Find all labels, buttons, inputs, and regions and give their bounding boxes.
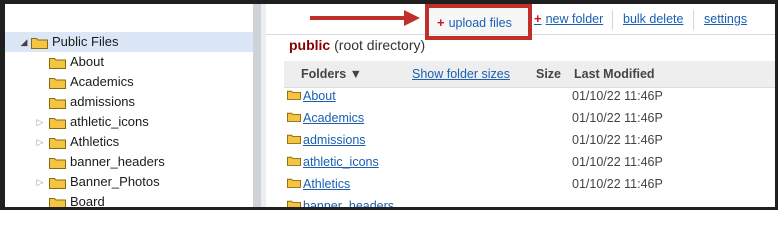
folder-link[interactable]: admissions [303, 129, 366, 151]
new-folder-button[interactable]: + new folder [534, 8, 603, 30]
toolbar-separator [693, 10, 694, 30]
folder-icon [287, 133, 304, 146]
tree-item-label: admissions [70, 94, 136, 109]
show-folder-sizes-link[interactable]: Show folder sizes [412, 61, 510, 87]
folder-icon [49, 176, 66, 189]
last-modified: 01/10/22 11:46P [572, 177, 663, 191]
folder-icon [49, 116, 66, 129]
location-suffix: (root directory) [334, 37, 426, 53]
tree-item-label: Academics [70, 74, 134, 89]
folder-icon [287, 155, 304, 168]
expand-closed-icon[interactable]: ▷ [35, 132, 45, 152]
folder-icon [49, 96, 66, 109]
annotation-arrow-icon [310, 10, 420, 26]
last-modified: 01/10/22 11:46P [572, 155, 663, 169]
table-header: Folders ▼ Show folder sizes Size Last Mo… [284, 61, 775, 88]
new-folder-label: new folder [545, 12, 604, 26]
tree-item-about[interactable]: About [49, 52, 104, 72]
tree-item-admissions[interactable]: admissions [49, 92, 135, 112]
folder-icon [49, 76, 66, 89]
panel-splitter[interactable] [253, 4, 261, 207]
folder-icon [287, 199, 304, 207]
tree-item-academics[interactable]: Academics [49, 72, 134, 92]
folder-link[interactable]: athletic_icons [303, 151, 379, 173]
expand-closed-icon[interactable]: ▷ [35, 172, 45, 192]
folder-icon [49, 56, 66, 69]
window-frame-bottom [0, 207, 778, 210]
tree-item-label: Banner_Photos [70, 174, 160, 189]
folder-icon [49, 136, 66, 149]
tree-item-public-files[interactable]: ◢ Public Files [5, 32, 253, 52]
table-row: Athletics 01/10/22 11:46P [284, 173, 775, 195]
current-location: public (root directory) [289, 37, 425, 53]
folder-link[interactable]: banner_headers [303, 195, 394, 207]
table-row: banner_headers [284, 195, 775, 207]
folder-icon [287, 111, 304, 124]
folder-tree: ◢ Public Files About Academics admission… [5, 4, 253, 207]
tree-item-board[interactable]: Board [49, 192, 105, 207]
tree-item-label: Public Files [52, 34, 119, 49]
table-row: About 01/10/22 11:46P [284, 85, 775, 107]
folder-icon [49, 156, 66, 169]
bulk-delete-button[interactable]: bulk delete [623, 8, 683, 30]
last-modified: 01/10/22 11:46P [572, 133, 663, 147]
table-row: athletic_icons 01/10/22 11:46P [284, 151, 775, 173]
plus-icon: + [437, 15, 445, 30]
folder-icon [49, 196, 66, 207]
table-row: admissions 01/10/22 11:46P [284, 129, 775, 151]
location-folder: public [289, 37, 331, 53]
tree-item-label: athletic_icons [70, 114, 149, 129]
folder-icon [31, 36, 48, 49]
upload-files-label: upload files [448, 16, 512, 30]
column-header-last-modified: Last Modified [574, 67, 655, 81]
column-header-folders[interactable]: Folders ▼ [301, 61, 362, 87]
tree-item-label: banner_headers [70, 154, 165, 169]
expand-closed-icon[interactable]: ▷ [35, 112, 45, 132]
folder-link[interactable]: About [303, 85, 336, 107]
tree-item-label: Board [70, 194, 105, 207]
folder-icon [287, 89, 304, 102]
folder-link[interactable]: Academics [303, 107, 364, 129]
upload-files-button[interactable]: + upload files [437, 13, 512, 33]
expand-open-icon[interactable]: ◢ [19, 32, 29, 52]
last-modified: 01/10/22 11:46P [572, 89, 663, 103]
folder-icon [287, 177, 304, 190]
tree-item-banner-headers[interactable]: banner_headers [49, 152, 165, 172]
last-modified: 01/10/22 11:46P [572, 111, 663, 125]
toolbar-separator [612, 10, 613, 30]
tree-item-banner-photos[interactable]: ▷ Banner_Photos [35, 172, 160, 192]
tree-item-athletics[interactable]: ▷ Athletics [35, 132, 120, 152]
tree-item-label: About [70, 54, 104, 69]
column-header-size: Size [536, 67, 562, 81]
tree-item-athletic-icons[interactable]: ▷ athletic_icons [35, 112, 149, 132]
settings-button[interactable]: settings [704, 8, 747, 30]
tree-item-label: Athletics [70, 134, 120, 149]
table-row: Academics 01/10/22 11:46P [284, 107, 775, 129]
folder-link[interactable]: Athletics [303, 173, 350, 195]
plus-icon: + [534, 11, 542, 26]
